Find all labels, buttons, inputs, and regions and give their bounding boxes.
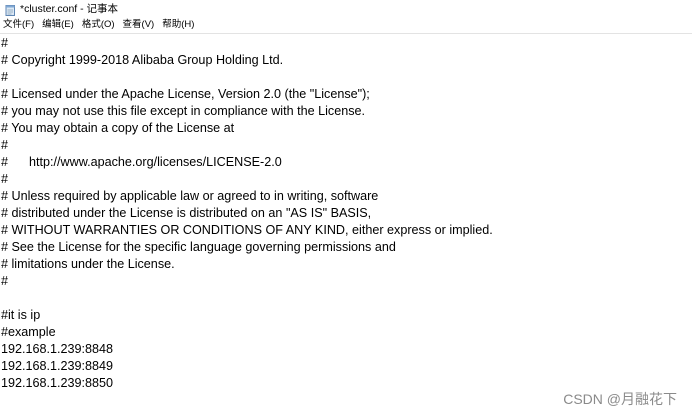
menu-file[interactable]: 文件(F) (0, 17, 38, 33)
editor-line: # Licensed under the Apache License, Ver… (1, 87, 370, 101)
editor-line: # distributed under the License is distr… (1, 206, 372, 220)
editor-line: #it is ip (1, 308, 41, 322)
watermark: CSDN @月融花下 (563, 391, 677, 407)
editor-line: # Copyright 1999-2018 Alibaba Group Hold… (1, 53, 284, 67)
editor-line (1, 290, 493, 307)
notepad-icon (5, 3, 16, 16)
editor-line: # (1, 172, 9, 186)
editor-line: # (1, 36, 9, 50)
window-title: *cluster.conf - 记事本 (20, 3, 119, 15)
menu-view[interactable]: 查看(V) (119, 17, 159, 33)
text-editor[interactable]: # # Copyright 1999-2018 Alibaba Group Hol… (0, 33, 692, 418)
editor-line: 192.168.1.239:8850 (1, 376, 114, 390)
editor-line: # Unless required by applicable law or a… (1, 189, 379, 203)
editor-line: # (1, 274, 9, 288)
editor-line: # limitations under the License. (1, 257, 175, 271)
menu-help[interactable]: 帮助(H) (158, 17, 198, 33)
editor-line: 192.168.1.239:8849 (1, 359, 114, 373)
editor-line: # (1, 70, 9, 84)
editor-line: # See the License for the specific langu… (1, 240, 396, 254)
editor-line: # (1, 138, 9, 152)
editor-line: # You may obtain a copy of the License a… (1, 121, 235, 135)
editor-line: #example (1, 325, 56, 339)
editor-line: # you may not use this file except in co… (1, 104, 366, 118)
menu-bar: 文件(F) 编辑(E) 格式(O) 查看(V) 帮助(H) (0, 17, 692, 33)
editor-line: # WITHOUT WARRANTIES OR CONDITIONS OF AN… (1, 223, 493, 237)
menu-edit[interactable]: 编辑(E) (38, 17, 78, 33)
title-bar[interactable]: *cluster.conf - 记事本 (0, 0, 692, 17)
editor-line: 192.168.1.239:8848 (1, 342, 114, 356)
menu-format[interactable]: 格式(O) (78, 17, 119, 33)
editor-lines: # # Copyright 1999-2018 Alibaba Group Hol… (1, 35, 493, 392)
editor-line: # http://www.apache.org/licenses/LICENSE… (1, 155, 282, 169)
